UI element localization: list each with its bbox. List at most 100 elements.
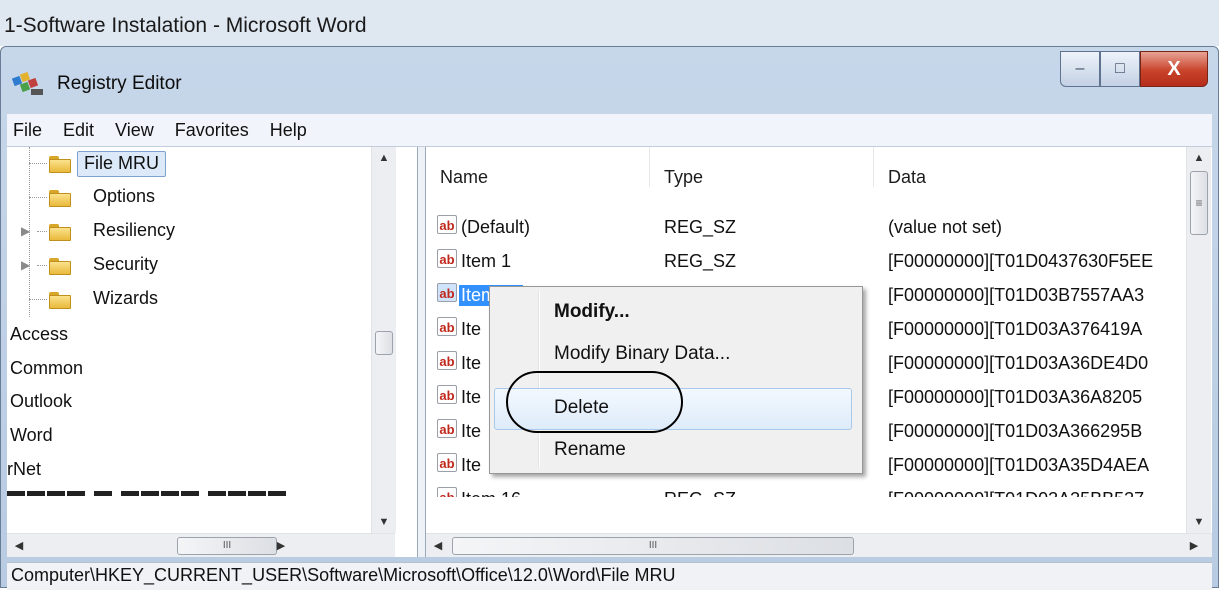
menu-item-rename[interactable]: Rename [554, 439, 626, 461]
title-bar[interactable]: Registry Editor – □ X [1, 47, 1218, 111]
value-data: [F00000000][T01D03A35BB537 [888, 489, 1144, 497]
value-data: [F00000000][T01D03A366295B [888, 421, 1143, 441]
scroll-up-icon[interactable]: ▲ [1187, 147, 1211, 169]
tree-item-rnet[interactable]: rNet [7, 459, 41, 480]
value-name: Ite [461, 353, 482, 373]
list-row[interactable]: ab (Default) REG_SZ (value not set) [426, 211, 1186, 246]
window-title: Registry Editor [57, 73, 182, 94]
value-name: Ite [461, 455, 482, 475]
value-data: [F00000000][T01D03B7557AA3 [888, 285, 1145, 305]
string-value-icon: ab [437, 249, 457, 268]
tree-item-label: Security [93, 254, 159, 274]
tree-line [37, 265, 47, 266]
value-name: Ite [461, 319, 482, 339]
menu-file[interactable]: File [7, 120, 53, 141]
scroll-thumb[interactable]: ≡ [1190, 171, 1208, 235]
menu-item-modify-binary[interactable]: Modify Binary Data... [554, 343, 730, 365]
maximize-button[interactable]: □ [1100, 51, 1140, 87]
word-window-title: 1-Software Instalation - Microsoft Word [4, 14, 367, 37]
tree-item-word[interactable]: Word [10, 425, 53, 446]
folder-icon [49, 224, 71, 241]
tree-item-outlook[interactable]: Outlook [10, 391, 72, 412]
list-row[interactable]: ab Item 1 REG_SZ [F00000000][T01D0437630… [426, 245, 1186, 280]
value-name: Ite [461, 421, 482, 441]
string-value-icon: ab [437, 351, 457, 370]
expand-arrow-icon[interactable]: ▶ [21, 258, 30, 272]
menu-bar: File Edit View Favorites Help [7, 114, 1212, 147]
scroll-thumb[interactable]: III [452, 537, 854, 555]
scroll-right-icon[interactable]: ▶ [1182, 534, 1206, 556]
tree-item-label: Options [93, 186, 156, 206]
pane-splitter[interactable] [418, 147, 426, 557]
tree-item-partial: ▬▬▬▬ ▬ ▬▬▬▬ ▬▬▬▬ [7, 491, 377, 501]
list-vertical-scrollbar[interactable]: ▲ ≡ ▼ [1186, 147, 1211, 533]
column-header-type[interactable]: Type [650, 147, 874, 187]
tree-vertical-scrollbar[interactable]: ▲ ▼ [371, 147, 396, 533]
tree-line [37, 231, 47, 232]
string-value-icon: ab [437, 487, 457, 497]
registry-editor-icon [11, 71, 43, 95]
key-tree[interactable]: File MRU Options ▶ Resiliency ▶ Security… [7, 147, 418, 557]
folder-icon [49, 292, 71, 309]
maximize-icon: □ [1115, 60, 1125, 77]
tree-item-common[interactable]: Common [10, 358, 83, 379]
scroll-left-icon[interactable]: ◀ [7, 534, 31, 556]
value-type: REG_SZ [664, 217, 737, 237]
string-value-icon: ab [437, 317, 457, 336]
value-name: Item 1 [461, 251, 512, 271]
scroll-left-icon[interactable]: ◀ [426, 534, 450, 556]
tree-line [29, 299, 47, 300]
tree-item-access[interactable]: Access [10, 324, 68, 345]
column-header-data[interactable]: Data [874, 147, 1184, 187]
scroll-right-icon[interactable]: ▶ [269, 534, 293, 556]
scroll-thumb[interactable]: III [177, 537, 277, 555]
value-name: Item 16 [461, 489, 521, 497]
menu-favorites[interactable]: Favorites [165, 120, 260, 141]
menu-help[interactable]: Help [260, 120, 318, 141]
tree-item-label: Wizards [93, 288, 159, 308]
value-data: [F00000000][T01D0437630F5EE [888, 251, 1154, 271]
string-value-icon: ab [437, 215, 457, 234]
scroll-down-icon[interactable]: ▼ [1187, 511, 1211, 533]
close-icon: X [1167, 57, 1181, 80]
value-data: [F00000000][T01D03A35D4AEA [888, 455, 1150, 475]
string-value-icon: ab [437, 453, 457, 472]
minimize-button[interactable]: – [1060, 51, 1100, 87]
list-row[interactable]: ab Item 16 REG_SZ [F00000000][T01D03A35B… [426, 483, 1186, 497]
folder-icon [49, 258, 71, 275]
minimize-icon: – [1075, 60, 1085, 77]
status-path: Computer\HKEY_CURRENT_USER\Software\Micr… [11, 565, 676, 585]
value-data: [F00000000][T01D03A376419A [888, 319, 1143, 339]
value-data: [F00000000][T01D03A36A8205 [888, 387, 1143, 407]
value-type: REG_SZ [664, 489, 736, 497]
word-title-bar: 1-Software Instalation - Microsoft Word [0, 0, 1219, 46]
menu-view[interactable]: View [105, 120, 165, 141]
string-value-icon: ab [437, 283, 457, 302]
tree-line [29, 163, 47, 164]
tree-item-label: Resiliency [93, 220, 176, 240]
tree-line [29, 197, 47, 198]
list-horizontal-scrollbar[interactable]: ◀ III ▶ [426, 533, 1212, 557]
annotation-circle [506, 371, 683, 433]
close-button[interactable]: X [1140, 51, 1208, 87]
column-header-name[interactable]: Name [426, 147, 650, 187]
value-data: [F00000000][T01D03A36DE4D0 [888, 353, 1149, 373]
menu-edit[interactable]: Edit [53, 120, 105, 141]
folder-icon [49, 190, 71, 207]
value-name: Ite [461, 387, 482, 407]
folder-icon [49, 156, 71, 173]
menu-item-modify[interactable]: Modify... [554, 301, 630, 323]
value-data: (value not set) [888, 217, 1003, 237]
window-controls: – □ X [1060, 51, 1208, 89]
value-name: (Default) [461, 217, 531, 237]
status-bar: Computer\HKEY_CURRENT_USER\Software\Micr… [7, 562, 1212, 590]
tree-item-label: File MRU [77, 151, 166, 177]
scroll-thumb[interactable] [375, 331, 393, 355]
scroll-down-icon[interactable]: ▼ [372, 511, 396, 533]
value-type: REG_SZ [664, 251, 737, 271]
string-value-icon: ab [437, 419, 457, 438]
string-value-icon: ab [437, 385, 457, 404]
tree-horizontal-scrollbar[interactable]: ◀ III ▶ [7, 533, 395, 557]
expand-arrow-icon[interactable]: ▶ [21, 224, 30, 238]
scroll-up-icon[interactable]: ▲ [372, 147, 396, 169]
